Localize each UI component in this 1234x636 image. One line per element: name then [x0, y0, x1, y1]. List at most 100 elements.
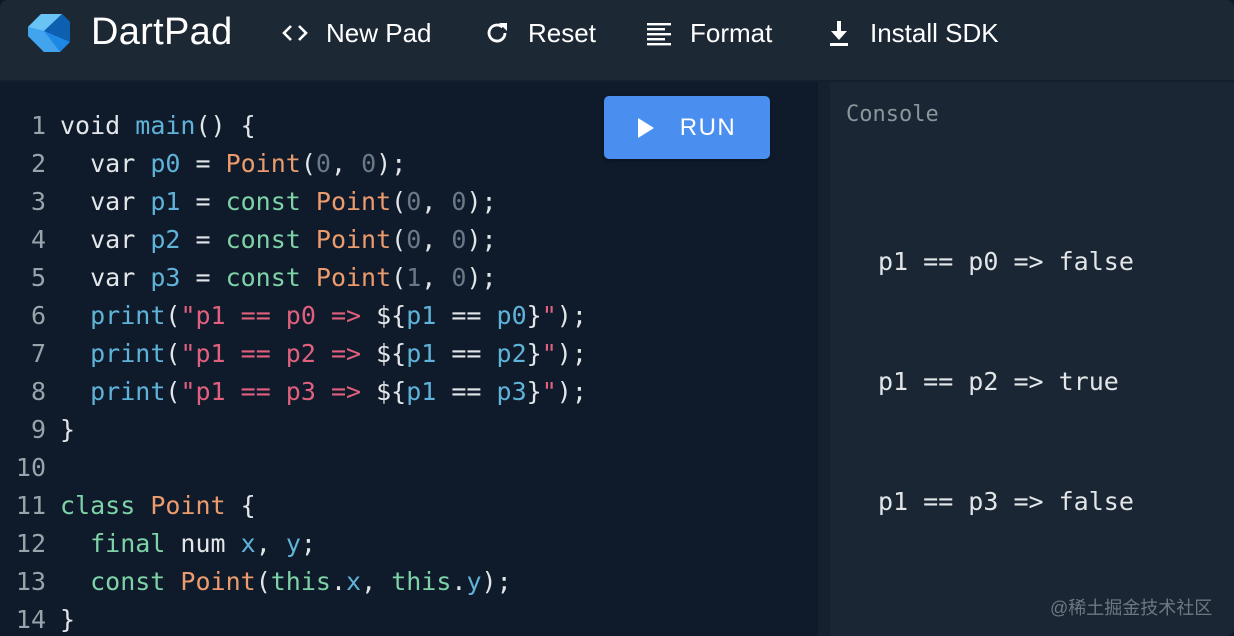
code-line[interactable]: 9}	[0, 411, 587, 449]
code-lines[interactable]: 1 void main() {2 var p0 = Point(0, 0); 3 v…	[0, 107, 587, 636]
code-token: p1	[406, 339, 437, 368]
refresh-icon	[480, 16, 514, 50]
code-token: 0	[406, 187, 422, 216]
code-token: 0	[451, 187, 467, 216]
code-token: (	[391, 225, 407, 254]
code-token: (	[165, 339, 181, 368]
code-token: }	[526, 339, 542, 368]
code-token: =	[180, 149, 226, 178]
line-code: print("p1 == p0 => ${p1 == p0}");	[60, 297, 587, 335]
code-token: (	[165, 377, 181, 406]
code-token: void	[60, 111, 136, 140]
code-token: Point	[315, 263, 392, 292]
code-line[interactable]: 13 const Point(this.x, this.y);	[0, 563, 587, 601]
code-token: print	[90, 377, 166, 406]
line-number: 10	[15, 453, 46, 482]
code-token: =	[180, 225, 226, 254]
code-token: const	[225, 225, 316, 254]
code-token: p1	[406, 301, 437, 330]
code-token: "p1 == p3 =>	[180, 377, 377, 406]
format-lines-icon	[642, 16, 676, 50]
code-token: }	[526, 301, 542, 330]
code-line[interactable]: 1 void main() {	[0, 107, 587, 145]
code-line[interactable]: 7 print("p1 == p2 => ${p1 == p2}");	[0, 335, 587, 373]
code-token: p0	[496, 301, 527, 330]
console-title: Console	[846, 102, 939, 127]
line-code: var p3 = const Point(1, 0);	[60, 259, 497, 297]
code-token: print	[90, 339, 166, 368]
code-line[interactable]: 10	[0, 449, 587, 487]
code-token: {	[225, 491, 256, 520]
code-token: ,	[361, 567, 392, 596]
code-token: );	[466, 263, 497, 292]
code-line[interactable]: 6 print("p1 == p0 => ${p1 == p0}");	[0, 297, 587, 335]
code-token: }	[526, 377, 542, 406]
reset-button[interactable]: Reset	[480, 14, 596, 52]
code-editor[interactable]: 1 void main() {2 var p0 = Point(0, 0); 3 v…	[0, 82, 818, 636]
code-token: ${	[376, 377, 407, 406]
install-sdk-label: Install SDK	[870, 17, 999, 48]
line-code: print("p1 == p3 => ${p1 == p3}");	[60, 373, 587, 411]
line-number: 6	[30, 301, 46, 330]
code-token: );	[376, 149, 407, 178]
line-number: 14	[15, 605, 46, 634]
code-token: "p1 == p2 =>	[180, 339, 377, 368]
code-token: ${	[376, 339, 407, 368]
code-token: Point	[150, 491, 226, 520]
install-sdk-button[interactable]: Install SDK	[822, 14, 999, 52]
code-token: var	[60, 263, 151, 292]
line-code: }	[60, 411, 75, 449]
console-line: p1 == p2 => true	[878, 367, 1119, 396]
code-line[interactable]: 3 var p1 = const Point(0, 0);	[0, 183, 587, 221]
line-code: final num x, y;	[60, 525, 316, 563]
panel-divider[interactable]	[818, 82, 830, 636]
code-token: .	[451, 567, 467, 596]
code-token: () {	[195, 111, 256, 140]
code-token: x	[346, 567, 362, 596]
code-line[interactable]: 14}	[0, 601, 587, 636]
code-token: var	[60, 187, 151, 216]
line-code: var p2 = const Point(0, 0);	[60, 221, 497, 259]
code-token: this	[270, 567, 331, 596]
code-token: ;	[300, 529, 316, 558]
run-button[interactable]: RUN	[604, 96, 770, 159]
code-token: Point	[225, 149, 301, 178]
code-line[interactable]: 8 print("p1 == p3 => ${p1 == p3}");	[0, 373, 587, 411]
watermark: @稀土掘金技术社区	[1050, 598, 1213, 618]
code-token: 0	[361, 149, 377, 178]
code-line[interactable]: 11 class Point {	[0, 487, 587, 525]
code-token: this	[391, 567, 452, 596]
code-token: (	[300, 149, 316, 178]
code-token: );	[466, 225, 497, 254]
code-line[interactable]: 4 var p2 = const Point(0, 0);	[0, 221, 587, 259]
code-token: );	[556, 377, 587, 406]
reset-label: Reset	[528, 17, 596, 48]
code-token: }	[60, 415, 76, 444]
line-number: 4	[30, 225, 46, 254]
code-token: p2	[496, 339, 527, 368]
play-icon	[637, 117, 654, 138]
app-header: DartPad New Pad Reset Format Install SDK	[0, 0, 1234, 82]
code-line[interactable]: 12 final num x, y;	[0, 525, 587, 563]
line-number: 13	[15, 567, 46, 596]
code-token: p2	[150, 225, 181, 254]
console-line: p1 == p0 => false	[878, 247, 1134, 276]
code-token: main	[135, 111, 196, 140]
run-label: RUN	[679, 113, 737, 141]
console-panel: Console p1 == p0 => false p1 == p2 => tr…	[830, 82, 1234, 636]
code-token: class	[60, 491, 151, 520]
line-number: 7	[30, 339, 46, 368]
dart-logo-icon	[24, 9, 74, 59]
new-pad-button[interactable]: New Pad	[278, 14, 432, 52]
code-line[interactable]: 5 var p3 = const Point(1, 0);	[0, 259, 587, 297]
code-token: (	[391, 187, 407, 216]
format-button[interactable]: Format	[642, 14, 772, 52]
code-token: );	[481, 567, 512, 596]
code-token: (	[255, 567, 271, 596]
code-line[interactable]: 2 var p0 = Point(0, 0);	[0, 145, 587, 183]
code-token: const	[60, 567, 181, 596]
code-token: }	[60, 605, 76, 634]
code-token: );	[556, 301, 587, 330]
new-pad-label: New Pad	[326, 17, 432, 48]
